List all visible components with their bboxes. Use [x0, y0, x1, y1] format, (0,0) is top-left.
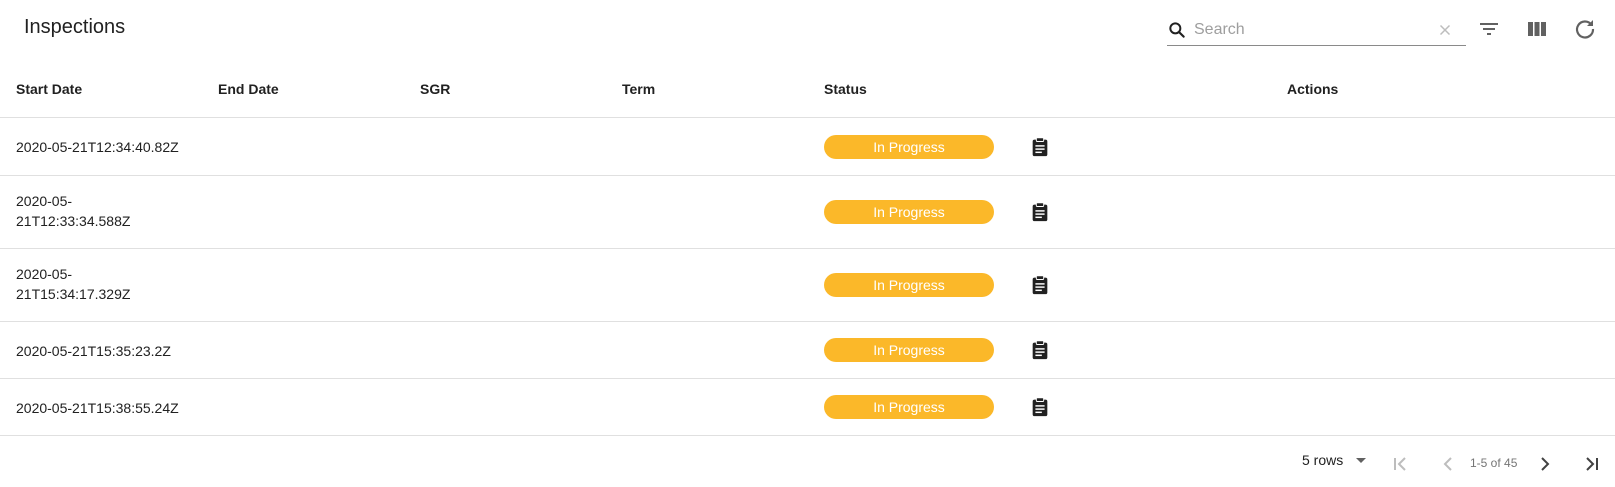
status-badge: In Progress — [824, 395, 994, 419]
table-row: 2020-05-21T15:35:23.2Z In Progress — [0, 322, 1615, 379]
search-bar — [1167, 14, 1466, 46]
column-header-status[interactable]: Status — [824, 81, 867, 97]
column-header-actions: Actions — [1287, 81, 1339, 97]
clear-search-icon[interactable] — [1436, 21, 1454, 39]
clipboard-icon[interactable] — [1029, 274, 1051, 296]
clipboard-icon[interactable] — [1029, 396, 1051, 418]
start-date-cell: 2020-05-21T12:33:34.588Z — [16, 193, 131, 229]
status-badge: In Progress — [824, 273, 994, 297]
first-page-icon[interactable] — [1388, 452, 1412, 476]
last-page-icon[interactable] — [1580, 452, 1604, 476]
previous-page-icon[interactable] — [1436, 452, 1460, 476]
refresh-icon[interactable] — [1573, 17, 1597, 41]
clipboard-icon[interactable] — [1029, 201, 1051, 223]
next-page-icon[interactable] — [1533, 452, 1557, 476]
rows-per-page-label: 5 rows — [1302, 452, 1344, 468]
status-badge: In Progress — [824, 135, 994, 159]
clipboard-icon[interactable] — [1029, 339, 1051, 361]
search-icon — [1169, 22, 1185, 38]
caret-down-icon — [1356, 458, 1366, 463]
column-header-end-date[interactable]: End Date — [218, 81, 279, 97]
table-row: 2020-05-21T15:34:17.329Z In Progress — [0, 249, 1615, 322]
table-row: 2020-05-21T12:33:34.588Z In Progress — [0, 176, 1615, 249]
start-date-cell: 2020-05-21T15:35:23.2Z — [16, 343, 171, 359]
status-badge: In Progress — [824, 338, 994, 362]
start-date-cell: 2020-05-21T15:38:55.24Z — [16, 400, 179, 416]
page-range: 1-5 of 45 — [1470, 456, 1518, 470]
column-header-start-date[interactable]: Start Date — [16, 81, 82, 97]
table-row: 2020-05-21T15:38:55.24Z In Progress — [0, 379, 1615, 436]
view-column-icon[interactable] — [1525, 17, 1549, 41]
pagination-bar: 5 rows 1-5 of 45 — [0, 436, 1615, 487]
status-badge: In Progress — [824, 200, 994, 224]
filter-icon[interactable] — [1477, 17, 1501, 41]
column-header-sgr[interactable]: SGR — [420, 81, 450, 97]
table-toolbar: Inspections — [0, 0, 1615, 62]
start-date-cell: 2020-05-21T15:34:17.329Z — [16, 266, 131, 302]
clipboard-icon[interactable] — [1029, 136, 1051, 158]
rows-per-page-select[interactable]: 5 rows — [1302, 452, 1366, 468]
table-header: Start Date End Date SGR Term Status Acti… — [0, 62, 1615, 118]
table-row: 2020-05-21T12:34:40.82Z In Progress — [0, 118, 1615, 176]
column-header-term[interactable]: Term — [622, 81, 655, 97]
search-input[interactable] — [1194, 18, 1424, 42]
start-date-cell: 2020-05-21T12:34:40.82Z — [16, 139, 179, 155]
page-title: Inspections — [24, 16, 126, 38]
